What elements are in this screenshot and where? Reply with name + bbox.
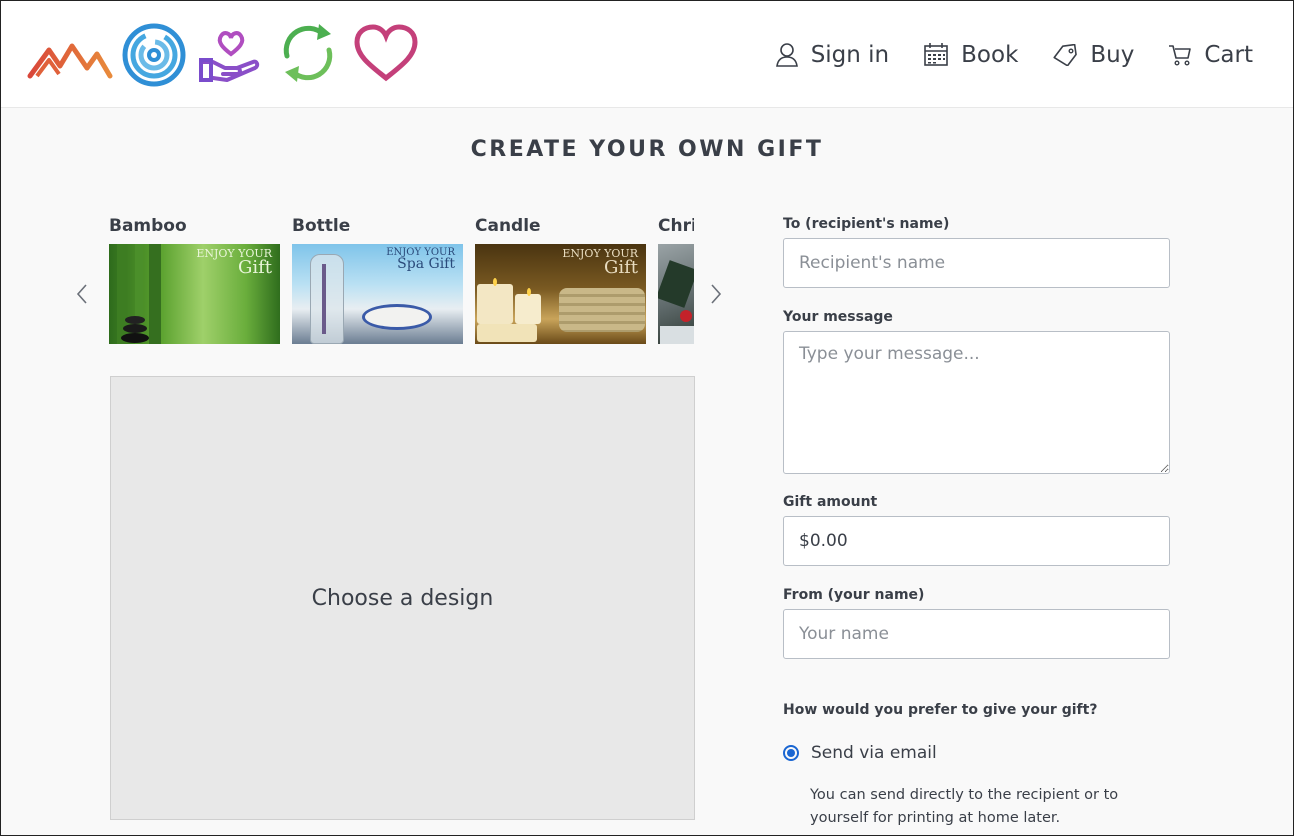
thumb-caption-main: Spa Gift: [397, 256, 455, 272]
nav-cart-label: Cart: [1204, 42, 1253, 68]
from-label: From (your name): [783, 587, 925, 603]
design-thumbnail-christmas: [658, 244, 694, 344]
chevron-left-icon[interactable]: [73, 282, 93, 306]
send-via-email-option[interactable]: Send via email: [783, 743, 937, 763]
user-icon: [775, 43, 798, 67]
cart-icon: [1169, 45, 1192, 66]
design-name: Bottle: [292, 216, 351, 236]
gift-amount-input[interactable]: [783, 516, 1170, 566]
message-textarea[interactable]: [783, 331, 1170, 474]
heart-hand-logo-icon: [199, 31, 260, 82]
send-via-email-radio[interactable]: [783, 745, 799, 761]
header-nav: Sign in Book Buy Cart: [741, 37, 1253, 73]
nav-book-label: Book: [961, 42, 1019, 68]
design-thumbnail-candle: ENJOY YOUR Gift: [475, 244, 646, 344]
nav-buy[interactable]: Buy: [1052, 37, 1134, 73]
design-name: Candle: [475, 216, 541, 236]
to-label: To (recipient's name): [783, 216, 950, 232]
amount-label: Gift amount: [783, 494, 878, 510]
send-via-email-label: Send via email: [811, 743, 937, 763]
nav-sign-in[interactable]: Sign in: [775, 37, 889, 73]
message-label: Your message: [783, 309, 893, 325]
thumb-caption-main: Gift: [237, 257, 272, 278]
nav-book[interactable]: Book: [923, 37, 1018, 73]
nav-buy-label: Buy: [1090, 42, 1135, 68]
design-card-candle[interactable]: Candle ENJOY YOUR Gift: [475, 213, 646, 344]
design-card-christmas[interactable]: Christmas: [658, 213, 694, 344]
gift-preview[interactable]: Choose a design: [110, 376, 695, 820]
tag-icon: [1053, 44, 1078, 66]
design-name: Christmas: [658, 216, 694, 236]
design-thumbnail-bottle: ENJOY YOUR Spa Gift: [292, 244, 463, 344]
recipient-name-input[interactable]: [783, 238, 1170, 288]
site-header: Sign in Book Buy Cart: [1, 1, 1293, 108]
chevron-right-icon[interactable]: [705, 282, 725, 306]
page-title: CREATE YOUR OWN GIFT: [470, 137, 824, 162]
design-carousel: Bamboo ENJOY YOUR Gift Bottle ENJOY YOUR…: [109, 213, 694, 345]
design-name: Bamboo: [109, 216, 187, 236]
sender-name-input[interactable]: [783, 609, 1170, 659]
nav-cart[interactable]: Cart: [1168, 37, 1253, 73]
design-thumbnail-bamboo: ENJOY YOUR Gift: [109, 244, 280, 344]
design-card-bamboo[interactable]: Bamboo ENJOY YOUR Gift: [109, 213, 280, 344]
recycle-arrows-logo-icon: [283, 24, 333, 82]
delivery-question: How would you prefer to give your gift?: [783, 702, 1098, 718]
preview-placeholder-text: Choose a design: [311, 585, 494, 611]
thumb-caption-main: Gift: [603, 257, 638, 278]
delivery-help-text: You can send directly to the recipient o…: [810, 787, 1119, 826]
calendar-icon: [924, 43, 948, 66]
swirl-logo-icon: [122, 23, 186, 87]
mountains-logo-icon: [27, 43, 113, 79]
nav-sign-in-label: Sign in: [810, 42, 890, 68]
design-card-bottle[interactable]: Bottle ENJOY YOUR Spa Gift: [292, 213, 463, 344]
heart-logo-icon: [354, 24, 418, 82]
